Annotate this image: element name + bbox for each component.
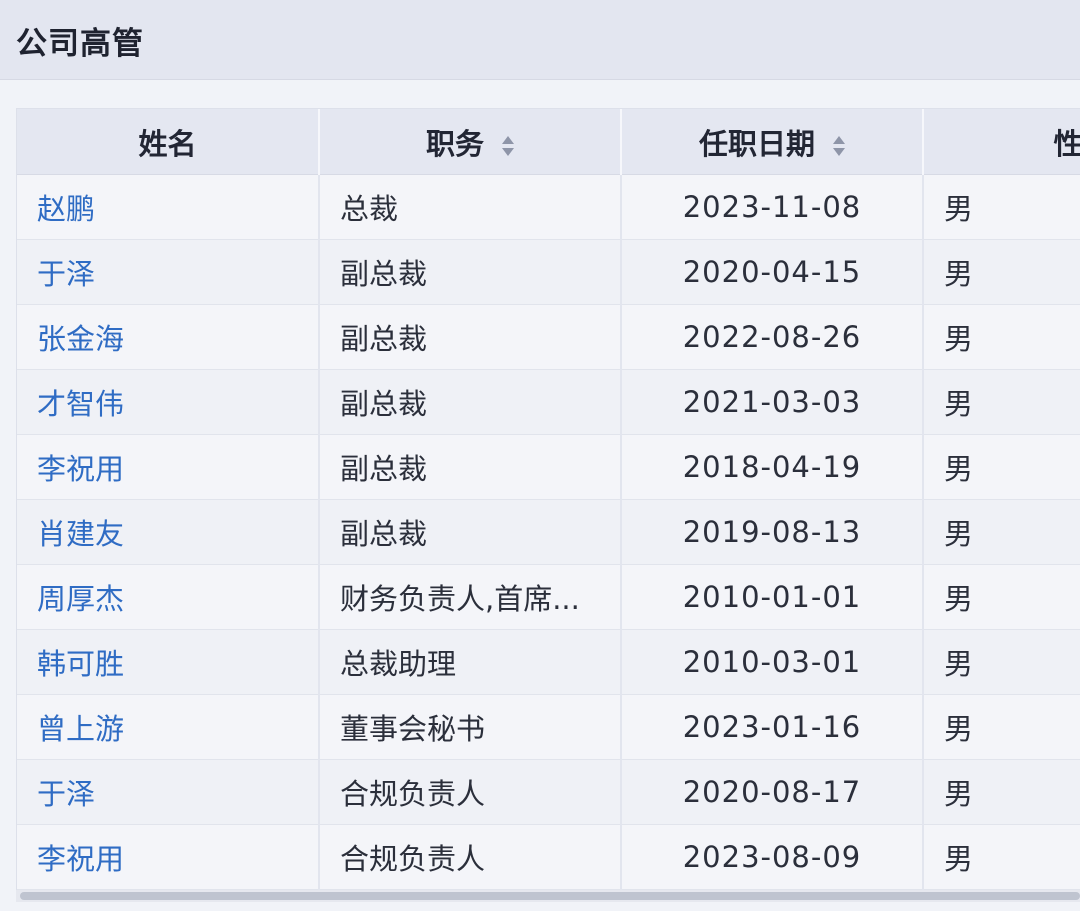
cell-name: 韩可胜 (17, 629, 320, 695)
table-header-row: 姓名 职务 任职日期 性别 (17, 109, 1080, 175)
cell-date: 2023-08-09 (621, 824, 924, 890)
executives-table: 姓名 职务 任职日期 性别 赵鹏总裁2023-11-08男于泽副总裁2020-0… (17, 109, 1080, 890)
cell-sex: 男 (923, 174, 1080, 240)
cell-sex: 男 (923, 434, 1080, 500)
table-row: 张金海 副总裁 2022-08-26 男 (17, 304, 1080, 370)
column-header-role-label: 职务 (425, 126, 484, 161)
executive-name-link[interactable]: 赵鹏 (37, 192, 95, 226)
cell-role: 董事会秘书 (319, 694, 622, 760)
cell-date: 2022-08-26 (621, 304, 924, 370)
executives-table-container[interactable]: 姓名 职务 任职日期 性别 赵鹏总裁2023-11-08男于泽副总裁2020-0… (16, 108, 1080, 890)
executives-panel: 公司高管 姓名 职务 任职日期 性别 (0, 0, 1080, 911)
cell-role: 合规负责人 (319, 759, 622, 825)
cell-date: 2023-01-16 (621, 694, 924, 760)
table-body: 赵鹏 总裁 2023-11-08 男于泽 副总裁 2020-04-15 男张金海 副总裁 202… (17, 174, 1080, 890)
cell-sex: 男 (923, 629, 1080, 695)
cell-role: 副总裁 (319, 369, 622, 435)
cell-sex: 男 (923, 304, 1080, 370)
executive-name-link[interactable]: 韩可胜 (37, 647, 124, 681)
sort-icon[interactable] (833, 133, 845, 159)
executive-name-link[interactable]: 于泽 (37, 777, 95, 811)
executive-name-link[interactable]: 周厚杰 (37, 582, 124, 616)
cell-name: 于泽 (17, 239, 320, 305)
panel-title: 公司高管 (16, 26, 144, 62)
cell-role: 总裁助理 (319, 629, 622, 695)
horizontal-scrollbar[interactable] (16, 890, 1080, 902)
cell-role: 副总裁 (319, 499, 622, 565)
cell-date: 2023-11-08 (621, 174, 924, 240)
cell-role: 副总裁 (319, 304, 622, 370)
executive-name-link[interactable]: 肖建友 (37, 517, 124, 551)
table-row: 李祝用 合规负责人 2023-08-09 男 (17, 824, 1080, 890)
column-header-role[interactable]: 职务 (319, 109, 622, 175)
panel-header: 公司高管 (0, 0, 1080, 80)
table-row: 才智伟 副总裁 2021-03-03 男 (17, 369, 1080, 435)
executive-name-link[interactable]: 张金海 (37, 322, 124, 356)
cell-date: 2019-08-13 (621, 499, 924, 565)
cell-name: 李祝用 (17, 824, 320, 890)
table-row: 韩可胜 总裁助理 2010-03-01 男 (17, 629, 1080, 695)
cell-date: 2020-08-17 (621, 759, 924, 825)
cell-date: 2018-04-19 (621, 434, 924, 500)
cell-role: 总裁 (319, 174, 622, 240)
cell-name: 赵鹏 (17, 174, 320, 240)
cell-sex: 男 (923, 564, 1080, 630)
executive-name-link[interactable]: 李祝用 (37, 452, 124, 486)
column-header-sex: 性别 (923, 109, 1080, 175)
table-row: 周厚杰 财务负责人,首席... 2010-01-01 男 (17, 564, 1080, 630)
column-header-date-label: 任职日期 (698, 126, 815, 161)
cell-sex: 男 (923, 824, 1080, 890)
table-row: 曾上游 董事会秘书 2023-01-16 男 (17, 694, 1080, 760)
cell-date: 2020-04-15 (621, 239, 924, 305)
executive-name-link[interactable]: 于泽 (37, 257, 95, 291)
cell-sex: 男 (923, 499, 1080, 565)
cell-name: 周厚杰 (17, 564, 320, 630)
cell-role: 合规负责人 (319, 824, 622, 890)
cell-name: 肖建友 (17, 499, 320, 565)
cell-sex: 男 (923, 239, 1080, 305)
sort-icon[interactable] (502, 133, 514, 159)
column-header-date[interactable]: 任职日期 (621, 109, 924, 175)
cell-sex: 男 (923, 759, 1080, 825)
cell-sex: 男 (923, 369, 1080, 435)
cell-date: 2010-01-01 (621, 564, 924, 630)
executive-name-link[interactable]: 曾上游 (37, 712, 124, 746)
table-row: 赵鹏 总裁 2023-11-08 男 (17, 174, 1080, 240)
cell-date: 2021-03-03 (621, 369, 924, 435)
column-header-name: 姓名 (17, 109, 320, 175)
cell-name: 曾上游 (17, 694, 320, 760)
cell-date: 2010-03-01 (621, 629, 924, 695)
table-row: 李祝用 副总裁 2018-04-19 男 (17, 434, 1080, 500)
executive-name-link[interactable]: 才智伟 (37, 387, 124, 421)
table-row: 于泽 副总裁 2020-04-15 男 (17, 239, 1080, 305)
executive-name-link[interactable]: 李祝用 (37, 842, 124, 876)
cell-name: 才智伟 (17, 369, 320, 435)
cell-sex: 男 (923, 694, 1080, 760)
cell-name: 于泽 (17, 759, 320, 825)
table-row: 于泽 合规负责人 2020-08-17 男 (17, 759, 1080, 825)
cell-role: 副总裁 (319, 239, 622, 305)
cell-role: 财务负责人,首席... (319, 564, 622, 630)
column-header-name-label: 姓名 (138, 126, 197, 161)
table-row: 肖建友 副总裁 2019-08-13 男 (17, 499, 1080, 565)
scrollbar-thumb[interactable] (20, 892, 1080, 900)
column-header-sex-label: 性别 (1053, 126, 1080, 161)
cell-name: 张金海 (17, 304, 320, 370)
cell-role: 副总裁 (319, 434, 622, 500)
cell-name: 李祝用 (17, 434, 320, 500)
